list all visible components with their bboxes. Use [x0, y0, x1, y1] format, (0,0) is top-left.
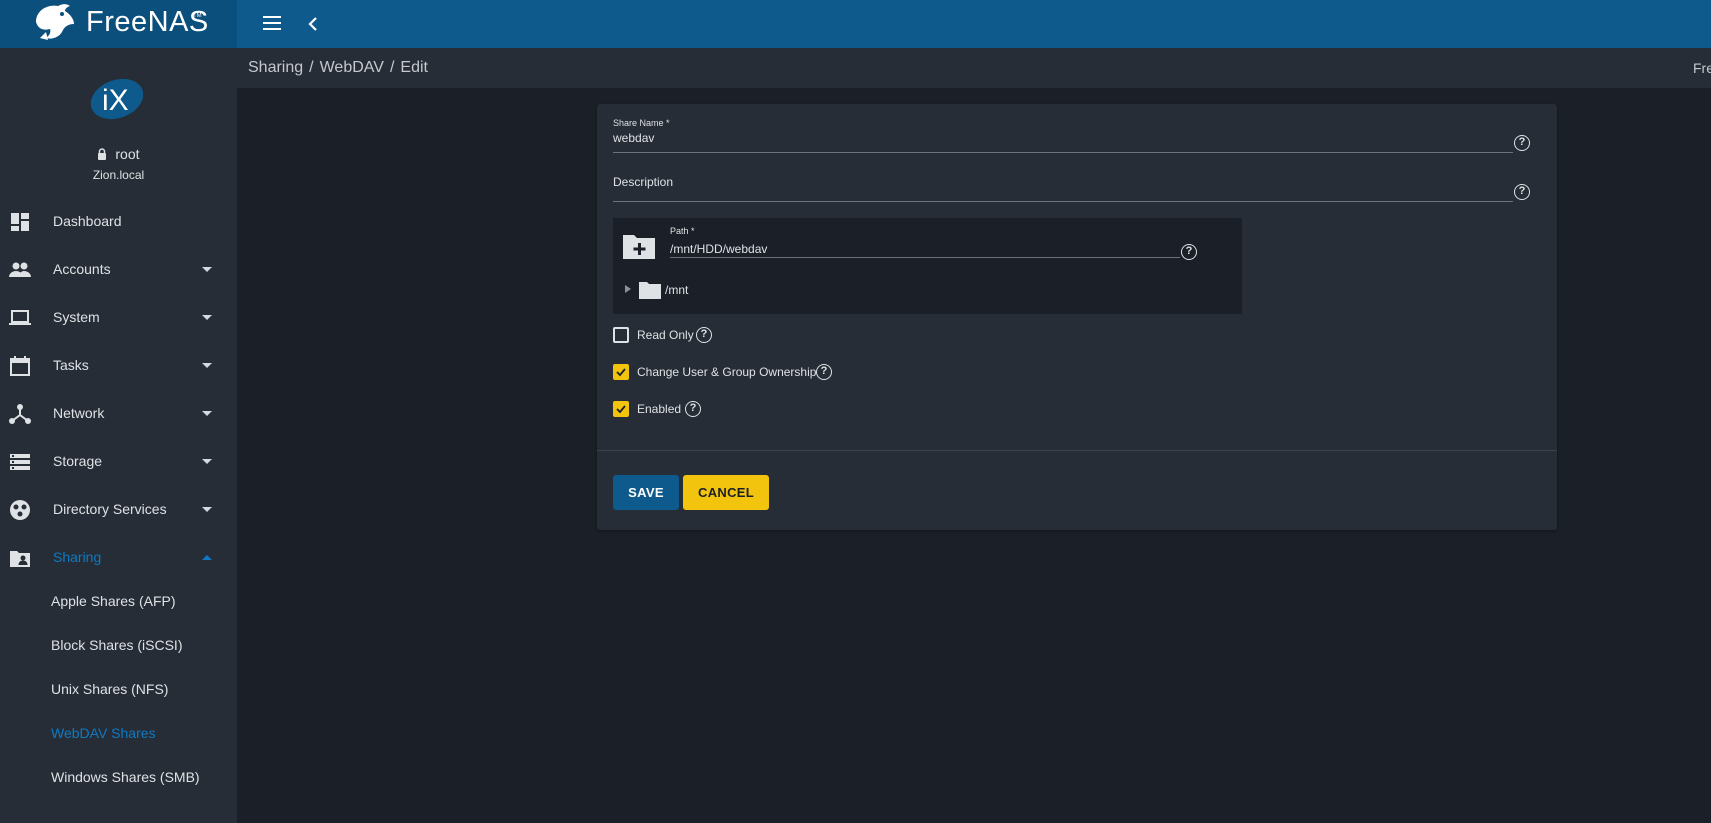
sidebar-item-tasks[interactable]: Tasks: [0, 342, 237, 390]
description-field[interactable]: Description: [613, 175, 1513, 205]
directory-icon: [10, 500, 30, 520]
sidebar-item-label: Dashboard: [53, 213, 122, 229]
sidebar-item-network[interactable]: Network: [0, 390, 237, 438]
sidebar-item-label: System: [53, 309, 100, 325]
laptop-icon: [9, 310, 31, 325]
checkbox-box[interactable]: [613, 401, 629, 417]
breadcrumb-webdav[interactable]: WebDAV: [320, 59, 384, 76]
breadcrumb-sharing[interactable]: Sharing: [248, 59, 303, 76]
menu-icon[interactable]: [263, 16, 281, 32]
chevron-up-icon: [202, 555, 212, 560]
tree-node-label: /mnt: [665, 283, 689, 297]
sidebar-subitem-label: Apple Shares (AFP): [51, 593, 176, 609]
breadcrumb-right-text: FreeNAS: [1693, 60, 1711, 76]
cancel-button[interactable]: CANCEL: [683, 475, 769, 510]
brand[interactable]: FreeNAS TM: [0, 0, 237, 48]
enabled-label: Enabled: [637, 402, 682, 416]
breadcrumb-bar: Sharing / WebDAV / Edit FreeNAS: [237, 48, 1711, 88]
help-icon[interactable]: ?: [1514, 184, 1530, 200]
path-label: Path *: [670, 226, 695, 236]
checkbox-box[interactable]: [613, 327, 629, 343]
breadcrumb-edit: Edit: [400, 59, 428, 76]
breadcrumb-separator: /: [389, 59, 395, 76]
share-name-underline: [613, 152, 1513, 153]
help-icon[interactable]: ?: [1181, 244, 1197, 260]
share-name-input[interactable]: webdav: [613, 131, 1513, 145]
dashboard-icon: [11, 213, 29, 231]
sidebar-item-label: Network: [53, 405, 105, 421]
sidebar-subitem-label: Windows Shares (SMB): [51, 769, 200, 785]
network-icon: [9, 404, 31, 424]
add-folder-icon[interactable]: [623, 233, 655, 259]
top-bar: FreeNAS TM: [0, 0, 1711, 48]
sidebar-item-label: Directory Services: [53, 501, 167, 517]
sidebar-item-storage[interactable]: Storage: [0, 438, 237, 486]
checkbox-box[interactable]: [613, 364, 629, 380]
checkmark-icon: [616, 405, 626, 414]
sidebar-subitem-nfs[interactable]: Unix Shares (NFS): [0, 666, 237, 714]
svg-text:iX: iX: [102, 84, 129, 117]
expand-arrow-icon[interactable]: [625, 285, 631, 293]
chevron-down-icon: [202, 267, 212, 272]
sidebar-item-directory-services[interactable]: Directory Services: [0, 486, 237, 534]
sidebar-subitem-afp[interactable]: Apple Shares (AFP): [0, 578, 237, 626]
ix-logo-icon: iX: [90, 78, 144, 120]
checkmark-icon: [616, 368, 626, 377]
help-icon[interactable]: ?: [816, 364, 832, 380]
lock-icon: [98, 148, 107, 160]
sidebar-item-label: Accounts: [53, 261, 111, 277]
sidebar-subitem-iscsi[interactable]: Block Shares (iSCSI): [0, 622, 237, 670]
webdav-edit-form: Share Name * webdav ? Description ? Path…: [597, 104, 1557, 530]
brand-name: FreeNAS: [86, 6, 209, 38]
path-explorer: Path * ? /mnt: [613, 218, 1242, 314]
form-divider: [597, 450, 1557, 451]
sidebar-item-label: Storage: [53, 453, 103, 469]
chevron-down-icon: [202, 363, 212, 368]
change-ownership-label: Change User & Group Ownership: [637, 365, 817, 379]
breadcrumb: Sharing / WebDAV / Edit: [248, 59, 434, 77]
share-name-label: Share Name *: [613, 118, 670, 128]
sidebar-item-accounts[interactable]: Accounts: [0, 246, 237, 294]
folder-icon: [639, 282, 661, 299]
sidebar-subitem-label: Unix Shares (NFS): [51, 681, 169, 697]
sidebar-subitem-label: WebDAV Shares: [51, 725, 156, 741]
calendar-icon: [10, 356, 30, 376]
description-input[interactable]: Description: [613, 175, 1513, 189]
people-icon: [9, 262, 31, 277]
share-name-field[interactable]: Share Name * webdav: [613, 118, 1513, 158]
sidebar-item-dashboard[interactable]: Dashboard: [0, 198, 237, 246]
chevron-down-icon: [202, 315, 212, 320]
sidebar-subitem-smb[interactable]: Windows Shares (SMB): [0, 754, 237, 802]
description-underline: [613, 201, 1513, 202]
sidebar: iX root Zion.local Dashboard Accounts Sy…: [0, 48, 237, 823]
shared-folder-icon: [10, 551, 30, 567]
storage-icon: [10, 454, 30, 470]
path-input[interactable]: [670, 240, 1180, 258]
help-icon[interactable]: ?: [696, 327, 712, 343]
trademark: TM: [193, 13, 202, 19]
chevron-left-icon[interactable]: [306, 14, 320, 34]
chevron-down-icon: [202, 459, 212, 464]
read-only-label: Read Only: [637, 328, 694, 342]
sidebar-item-system[interactable]: System: [0, 294, 237, 342]
sidebar-item-label: Sharing: [53, 549, 102, 565]
chevron-down-icon: [202, 507, 212, 512]
save-button[interactable]: SAVE: [613, 475, 679, 510]
sidebar-subitem-label: Block Shares (iSCSI): [51, 637, 183, 653]
breadcrumb-separator: /: [309, 59, 314, 76]
chevron-down-icon: [202, 411, 212, 416]
username: root: [115, 146, 140, 162]
freenas-logo-icon: [36, 4, 74, 40]
help-icon[interactable]: ?: [685, 401, 701, 417]
sidebar-item-sharing[interactable]: Sharing: [0, 534, 237, 582]
user-info: root: [0, 146, 237, 162]
sidebar-subitem-webdav[interactable]: WebDAV Shares: [0, 710, 237, 758]
hostname: Zion.local: [92, 168, 145, 182]
help-icon[interactable]: ?: [1514, 135, 1530, 151]
sidebar-item-label: Tasks: [53, 357, 89, 373]
